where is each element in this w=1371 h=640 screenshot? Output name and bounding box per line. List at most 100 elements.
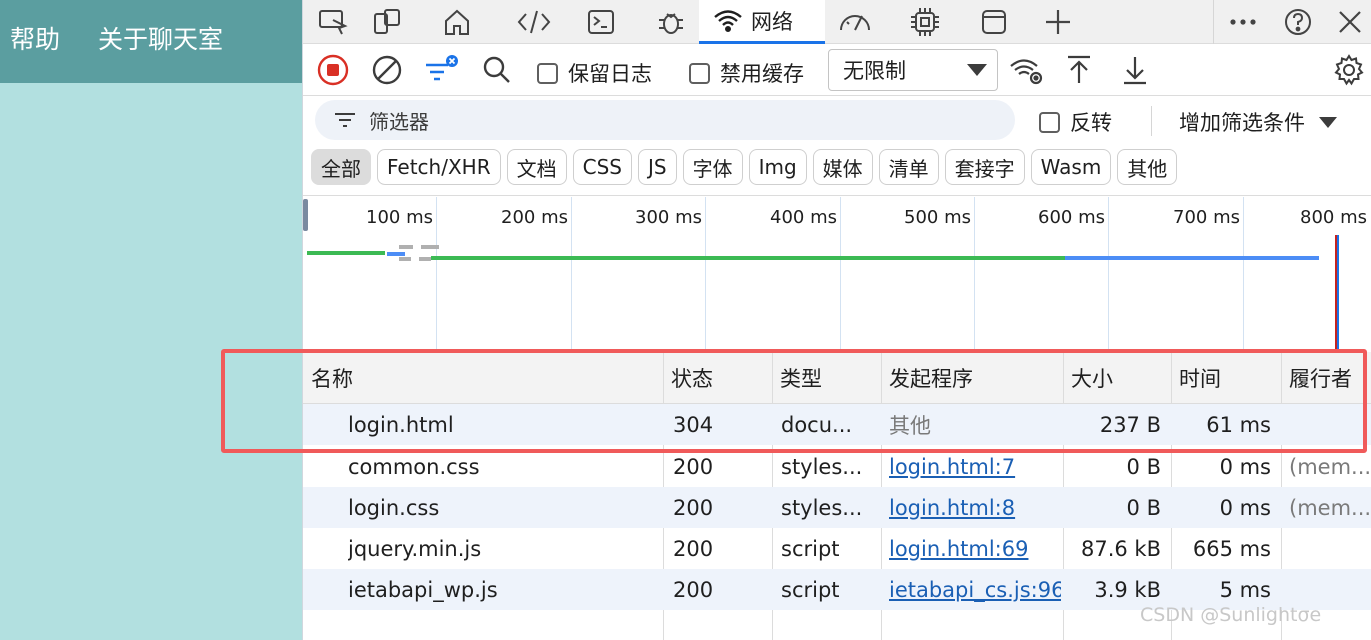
cell-fulfilled: (mem... — [1289, 495, 1369, 520]
nav-help-link[interactable]: 帮助 — [10, 20, 60, 64]
app-nav-bar: 帮助 关于聊天室 — [0, 0, 302, 83]
device-emulation-icon[interactable] — [365, 0, 409, 44]
more-filters-label: 增加筛选条件 — [1179, 111, 1305, 135]
checkbox-box — [537, 62, 558, 84]
divider — [1213, 0, 1214, 44]
table-row[interactable]: jquery.min.js 200 script login.html:69 87.6 … — [303, 528, 1371, 569]
type-filter-chip[interactable]: Wasm — [1030, 149, 1112, 185]
type-filter-chip[interactable]: JS — [637, 149, 677, 185]
cell-name: ietabapi_wp.js — [348, 577, 498, 602]
cell-type: script — [781, 536, 840, 561]
nav-about-chatroom-link[interactable]: 关于聊天室 — [98, 20, 223, 64]
filter-placeholder: 筛选器 — [369, 109, 429, 134]
chevron-down-icon — [1319, 116, 1337, 128]
timeline-gridline — [1243, 197, 1244, 349]
annotation-highlight-box — [221, 349, 1367, 453]
preserve-log-checkbox[interactable]: 保留日志 — [537, 58, 652, 88]
cell-initiator[interactable]: login.html:8 — [889, 487, 1061, 528]
network-toolbar: 保留日志 禁用缓存 无限制 — [303, 44, 1371, 96]
cell-status: 200 — [673, 495, 714, 520]
timeline-request-bar — [399, 257, 411, 261]
timeline-request-bar — [419, 257, 431, 261]
type-filter-chip[interactable]: 媒体 — [812, 149, 873, 185]
screenshot-root: 帮助 关于聊天室 网络 保留日志 禁用缓存 无限制 筛选器 反转 增加筛选条件 … — [0, 0, 1371, 640]
type-filter-chip[interactable]: 清单 — [878, 149, 939, 185]
cell-fulfilled — [1289, 528, 1369, 569]
timeline-tick-label: 700 ms — [1173, 207, 1240, 228]
filter-icon — [335, 113, 355, 127]
help-icon[interactable] — [1276, 0, 1320, 44]
settings-gear-icon[interactable] — [1329, 44, 1369, 96]
cell-status: 200 — [673, 536, 714, 561]
clear-icon[interactable] — [367, 44, 407, 96]
divider — [1151, 106, 1152, 136]
timeline-tick-label: 800 ms — [1300, 207, 1367, 228]
cell-name: login.css — [348, 495, 440, 520]
sources-icon[interactable] — [512, 0, 556, 44]
performance-icon[interactable] — [833, 0, 877, 44]
devtools-tab-bar: 网络 — [303, 0, 1371, 44]
cell-status: 200 — [673, 577, 714, 602]
cell-initiator[interactable]: ietabapi_cs.js:96 — [889, 569, 1061, 610]
more-filters-dropdown[interactable]: 增加筛选条件 — [1179, 107, 1337, 137]
cell-type: styles... — [781, 495, 863, 520]
network-conditions-icon[interactable] — [1007, 44, 1047, 96]
filter-input[interactable]: 筛选器 — [315, 100, 1015, 140]
type-filter-chip[interactable]: 套接字 — [944, 149, 1025, 185]
debugger-icon[interactable] — [649, 0, 693, 44]
timeline-overview[interactable]: 100 ms 200 ms 300 ms 400 ms 500 ms 600 ms 700 … — [303, 197, 1371, 349]
search-icon[interactable] — [477, 44, 517, 96]
throttling-select[interactable]: 无限制 — [828, 49, 998, 91]
timeline-gridline — [436, 197, 437, 349]
timeline-gridline — [571, 197, 572, 349]
type-filter-chip[interactable]: 全部 — [311, 149, 371, 185]
close-icon[interactable] — [1328, 0, 1371, 44]
timeline-request-bar — [421, 245, 439, 249]
type-filter-chip[interactable]: Fetch/XHR — [377, 149, 501, 185]
invert-checkbox[interactable]: 反转 — [1039, 107, 1112, 137]
disable-cache-checkbox[interactable]: 禁用缓存 — [689, 58, 804, 88]
timeline-tick-label: 300 ms — [635, 207, 702, 228]
type-filter-chip[interactable]: 其他 — [1117, 149, 1178, 185]
checkbox-box — [1039, 111, 1060, 133]
web-app-panel: 帮助 关于聊天室 — [0, 0, 302, 640]
tab-network-label: 网络 — [751, 9, 793, 34]
cell-name: jquery.min.js — [348, 536, 482, 561]
add-tab-icon[interactable] — [1036, 0, 1080, 44]
devtools-panel: 网络 保留日志 禁用缓存 无限制 筛选器 反转 增加筛选条件 全部 Fetch/… — [302, 0, 1371, 640]
type-filter-chip[interactable]: CSS — [572, 149, 632, 185]
dom-content-loaded-marker — [1337, 235, 1339, 349]
timeline-request-bar — [307, 251, 385, 255]
chevron-down-icon — [967, 64, 987, 76]
inspect-icon[interactable] — [311, 0, 355, 44]
application-icon[interactable] — [972, 0, 1016, 44]
tab-network[interactable]: 网络 — [699, 0, 825, 44]
console-icon[interactable] — [579, 0, 623, 44]
timeline-request-bar — [387, 252, 405, 256]
type-filter-chip[interactable]: 字体 — [682, 149, 743, 185]
record-stop-icon[interactable] — [313, 44, 353, 96]
home-icon[interactable] — [435, 0, 479, 44]
throttling-value: 无限制 — [843, 59, 906, 83]
memory-icon[interactable] — [903, 0, 947, 44]
more-icon[interactable] — [1221, 0, 1265, 44]
type-filter-chips: 全部 Fetch/XHR 文档 CSS JS 字体 Img 媒体 清单 套接字 Wasm 其他 — [311, 149, 1178, 185]
timeline-tick-label: 500 ms — [904, 207, 971, 228]
filter-toggle-icon[interactable] — [421, 44, 461, 96]
type-filter-chip[interactable]: Img — [748, 149, 807, 185]
cell-initiator[interactable]: login.html:69 — [889, 528, 1061, 569]
invert-label: 反转 — [1070, 111, 1112, 135]
cell-size: 0 B — [1126, 495, 1161, 520]
cell-time: 0 ms — [1219, 495, 1271, 520]
resource-type-filter-bar: 全部 Fetch/XHR 文档 CSS JS 字体 Img 媒体 清单 套接字 Wasm 其他 — [303, 146, 1371, 196]
export-har-icon[interactable] — [1115, 44, 1155, 96]
timeline-gridline — [705, 197, 706, 349]
overview-drag-handle[interactable] — [303, 199, 308, 231]
timeline-request-bar — [399, 245, 413, 249]
timeline-request-bar — [1065, 256, 1319, 260]
table-row[interactable]: login.css 200 styles... login.html:8 0 B 0 ms… — [303, 487, 1371, 528]
timeline-tick-label: 400 ms — [770, 207, 837, 228]
filter-bar: 筛选器 反转 增加筛选条件 — [303, 96, 1371, 146]
type-filter-chip[interactable]: 文档 — [506, 149, 567, 185]
import-har-icon[interactable] — [1059, 44, 1099, 96]
